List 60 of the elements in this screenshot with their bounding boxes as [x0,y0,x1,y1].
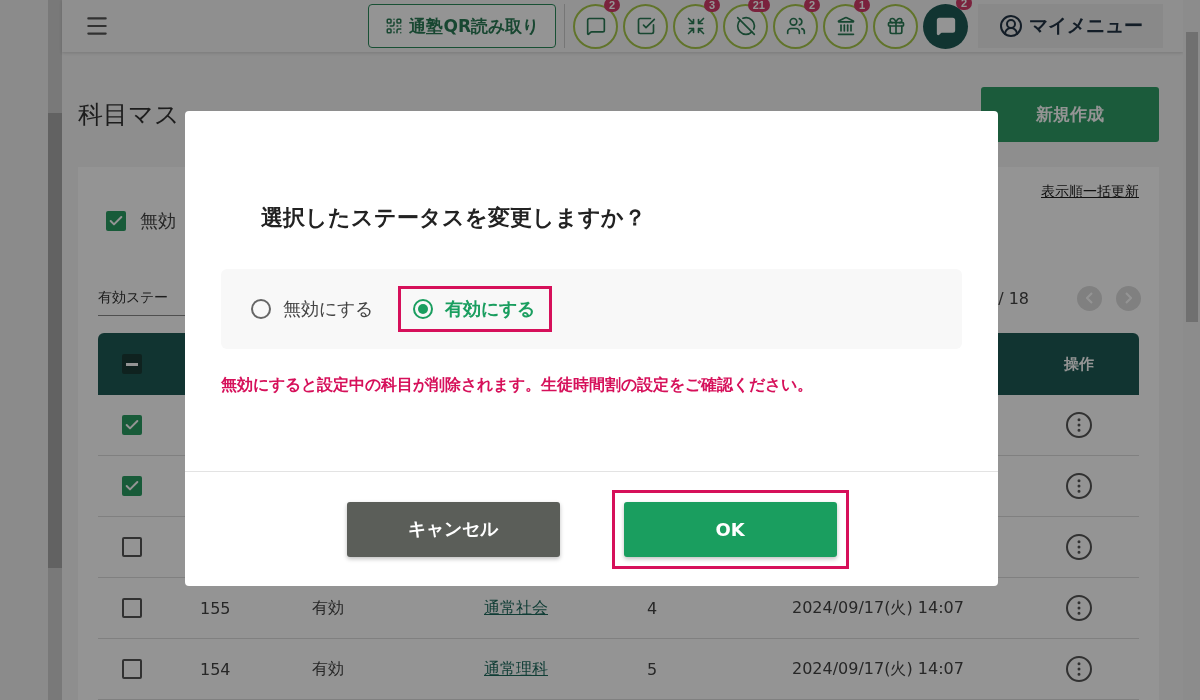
count-badge: 21 [747,0,770,12]
page-title: 科目マス [78,98,180,131]
radio-icon[interactable] [413,299,433,319]
count-badge: 2 [803,0,820,12]
checklist-icon [635,16,656,36]
row-checkbox[interactable] [122,476,142,496]
page-count: / 18 [998,288,1029,308]
table-cell-text: 154 [200,659,232,679]
more-icon [1066,473,1092,499]
count-badge: 1 [853,0,870,12]
table-cell-text: 155 [200,598,232,618]
gift-icon [885,16,906,36]
more-icon [1066,595,1092,621]
header-icon-button[interactable]: 2 [773,3,818,49]
qr-code-icon [385,17,404,35]
people-icon [785,16,806,36]
cancel-button[interactable]: キャンセル [346,501,560,557]
checkbox[interactable] [106,211,126,231]
my-menu-button[interactable]: マイメニュー [978,4,1163,48]
new-button[interactable]: 新規作成 [981,86,1159,142]
header-checkbox[interactable] [122,354,142,374]
row-checkbox[interactable] [122,415,142,435]
more-icon [1066,656,1092,682]
header-icon-button[interactable]: 2 [573,3,618,49]
user-icon [998,14,1023,38]
ok-button[interactable]: OK [623,501,837,557]
count-badge: 2 [603,0,620,12]
message-icon [585,16,606,36]
header-icon-button[interactable] [623,3,668,49]
header-icon-button[interactable] [873,3,918,49]
more-icon [1066,534,1092,560]
chat-icon [935,16,956,36]
row-checkbox[interactable] [122,659,142,679]
subject-link[interactable]: 通常理科 [484,658,647,680]
count-badge: 3 [703,0,720,12]
row-checkbox[interactable] [122,598,142,618]
minus-icon [126,362,138,366]
table-cell-text: 有効 [312,597,345,619]
checkbox-label: 無効 [140,209,176,233]
table-cell-text: 5 [647,659,659,679]
table-cell-text: 4 [647,598,659,618]
bulk-update-link[interactable]: 表示順一括更新 [1041,183,1139,201]
radio-icon[interactable] [251,299,271,319]
warning-text: 無効にすると設定中の科目が削除されます。生徒時間割の設定をご確認ください。 [221,375,814,396]
header-icon-button[interactable]: 21 [723,3,768,49]
crossed-circle-icon [735,16,756,36]
dialog-title: 選択したステータスを変更しますか？ [261,204,647,232]
header-icon-button[interactable]: 3 [673,3,718,49]
bank-icon [835,16,856,36]
subject-link[interactable]: 通常社会 [484,597,647,619]
table-cell-text: 2024/09/17(火) 14:07 [792,597,965,619]
row-checkbox[interactable] [122,537,142,557]
column-header: 操作 [1063,354,1095,374]
table-cell-text: 有効 [312,658,345,680]
qr-button[interactable]: 通塾QR読み取り [368,4,556,48]
arrows-icon [685,16,706,36]
radio-option[interactable]: 有効にする [398,286,552,332]
table-cell-text: 2024/09/17(火) 14:07 [792,658,965,680]
more-icon [1066,412,1092,438]
header-icon-button[interactable]: 1 [823,3,868,49]
